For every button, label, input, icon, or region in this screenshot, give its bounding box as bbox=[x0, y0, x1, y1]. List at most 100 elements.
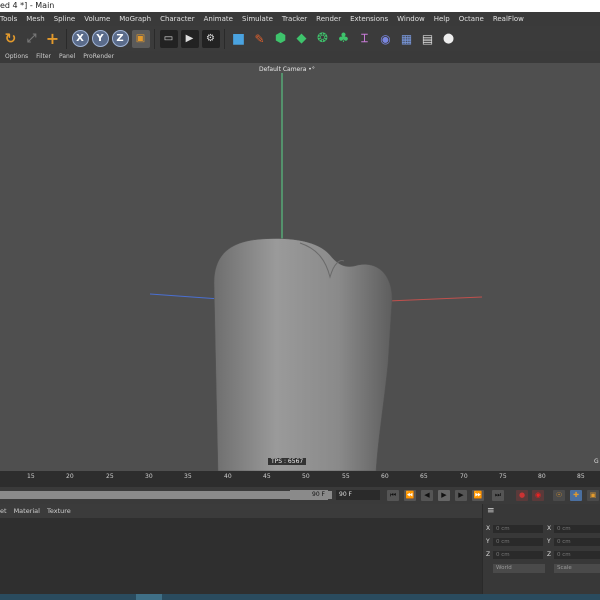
camera-icon[interactable]: ▤ bbox=[419, 30, 437, 48]
end-frame-field[interactable]: 90 F bbox=[336, 490, 380, 500]
x-axis-line bbox=[387, 296, 483, 302]
bend-deformer-icon[interactable]: ⌶ bbox=[356, 30, 374, 48]
keyframe-selection-icon[interactable]: ☉ bbox=[553, 490, 565, 501]
record-keys-button[interactable]: ● bbox=[516, 490, 528, 501]
size-y-field[interactable]: 0 cm bbox=[554, 538, 600, 546]
toolbar-divider bbox=[154, 28, 155, 49]
render-settings-icon[interactable]: ⚙ bbox=[201, 29, 220, 48]
cube-icon[interactable]: ■ bbox=[230, 30, 248, 48]
y-axis-lock-button[interactable]: Y bbox=[91, 30, 109, 47]
camera-label[interactable]: Default Camera •° bbox=[259, 66, 315, 73]
menu-octane[interactable]: Octane bbox=[459, 12, 484, 26]
menu-window[interactable]: Window bbox=[397, 12, 425, 26]
previous-key-button[interactable]: ⏪ bbox=[404, 490, 416, 501]
transport-bar: 90 F 90 F ⏮ ⏪ ◀ ▶ ▶ ⏩ ⏭ ● ◉ ☉ ✚ ▣ bbox=[0, 487, 600, 504]
environment-icon[interactable]: ◉ bbox=[377, 30, 395, 48]
timeline-ruler[interactable]: 15 20 25 30 35 40 45 50 55 60 65 70 75 8… bbox=[0, 471, 600, 487]
viewport-menu-options[interactable]: Options bbox=[5, 51, 28, 63]
toolbar-divider bbox=[224, 28, 225, 49]
timeline-tick: 70 bbox=[460, 473, 468, 480]
light-icon[interactable]: ● bbox=[440, 30, 458, 48]
current-frame-field[interactable]: 90 F bbox=[290, 490, 328, 500]
coordinates-menu-icon[interactable]: ≡ bbox=[483, 504, 600, 518]
menu-character[interactable]: Character bbox=[160, 12, 195, 26]
coordinates-panel: ≡ X Y Z 0 cm 0 cm 0 cm X Y Z 0 cm 0 cm 0… bbox=[482, 504, 600, 594]
timeline-tick: 20 bbox=[66, 473, 74, 480]
scale-key-icon[interactable]: ▣ bbox=[587, 490, 599, 501]
render-picture-viewer-icon[interactable]: ▶ bbox=[180, 29, 199, 48]
viewport-menu-filter[interactable]: Filter bbox=[36, 51, 51, 63]
timeline-tick: 50 bbox=[302, 473, 310, 480]
timeline-tick: 60 bbox=[381, 473, 389, 480]
menu-tools[interactable]: Tools bbox=[0, 12, 17, 26]
viewport-menu-panel[interactable]: Panel bbox=[59, 51, 75, 63]
toolbar-divider bbox=[66, 28, 67, 49]
play-button[interactable]: ▶ bbox=[438, 490, 450, 501]
menu-spline[interactable]: Spline bbox=[54, 12, 76, 26]
coordinate-mode-dropdown[interactable]: World bbox=[493, 564, 545, 573]
menu-realflow[interactable]: RealFlow bbox=[493, 12, 524, 26]
timeline-tick: 25 bbox=[106, 473, 114, 480]
timeline-tick: 55 bbox=[342, 473, 350, 480]
material-menu-texture[interactable]: Texture bbox=[47, 504, 71, 518]
material-menu-create[interactable]: et bbox=[0, 504, 7, 518]
menu-tracker[interactable]: Tracker bbox=[282, 12, 307, 26]
generator-icon[interactable]: ◆ bbox=[293, 30, 311, 48]
menu-help[interactable]: Help bbox=[434, 12, 450, 26]
viewport-scene bbox=[149, 73, 483, 471]
material-menu-material[interactable]: Material bbox=[14, 504, 40, 518]
timeline-tick: 75 bbox=[499, 473, 507, 480]
position-z-field[interactable]: 0 cm bbox=[493, 551, 543, 559]
timeline-tick: 30 bbox=[145, 473, 153, 480]
go-to-end-button[interactable]: ⏭ bbox=[492, 490, 504, 501]
size-z-field[interactable]: 0 cm bbox=[554, 551, 600, 559]
x-axis-lock-button[interactable]: X bbox=[71, 30, 89, 47]
timeline-tick: 35 bbox=[184, 473, 192, 480]
menu-simulate[interactable]: Simulate bbox=[242, 12, 273, 26]
next-frame-button[interactable]: ▶ bbox=[455, 490, 467, 501]
position-y-label: Y bbox=[486, 538, 490, 545]
mograph-cloner-icon[interactable]: ❂ bbox=[314, 30, 332, 48]
move-tool-icon[interactable]: + bbox=[44, 29, 62, 48]
deformer-icon[interactable]: ♣ bbox=[335, 30, 353, 48]
timeline-tick: 80 bbox=[538, 473, 546, 480]
frame-range-slider[interactable] bbox=[0, 491, 332, 499]
z-axis-line bbox=[149, 293, 221, 300]
menu-mesh[interactable]: Mesh bbox=[26, 12, 44, 26]
next-key-button[interactable]: ⏩ bbox=[472, 490, 484, 501]
3d-object-mesh[interactable] bbox=[213, 238, 393, 471]
size-z-label: Z bbox=[547, 551, 552, 558]
z-axis-lock-button[interactable]: Z bbox=[111, 30, 129, 47]
timeline-tick: 65 bbox=[420, 473, 428, 480]
pen-icon[interactable]: ✎ bbox=[251, 30, 269, 48]
position-z-label: Z bbox=[486, 551, 491, 558]
menu-animate[interactable]: Animate bbox=[204, 12, 233, 26]
render-view-icon[interactable]: ▭ bbox=[159, 29, 178, 48]
menu-render[interactable]: Render bbox=[316, 12, 341, 26]
menu-mograph[interactable]: MoGraph bbox=[119, 12, 151, 26]
autokey-button[interactable]: ◉ bbox=[532, 490, 544, 501]
scale-mode-dropdown[interactable]: Scale bbox=[554, 564, 600, 573]
position-x-field[interactable]: 0 cm bbox=[493, 525, 543, 533]
go-to-start-button[interactable]: ⏮ bbox=[387, 490, 399, 501]
rotate-tool-icon[interactable]: ↻ bbox=[2, 30, 20, 48]
size-y-label: Y bbox=[547, 538, 551, 545]
menu-extensions[interactable]: Extensions bbox=[350, 12, 388, 26]
position-x-label: X bbox=[486, 525, 491, 532]
size-x-field[interactable]: 0 cm bbox=[554, 525, 600, 533]
window-title: ed 4 *] - Main bbox=[0, 1, 55, 10]
floor-icon[interactable]: ▦ bbox=[398, 30, 416, 48]
main-toolbar: ↻ ⤢ + X Y Z ▣ ▭ ▶ ⚙ ■ ✎ ⬢ ◆ ❂ ♣ ⌶ ◉ ▦ ▤ … bbox=[0, 26, 600, 51]
scale-tool-icon[interactable]: ⤢ bbox=[23, 30, 41, 48]
timeline-tick: 15 bbox=[27, 473, 35, 480]
menu-volume[interactable]: Volume bbox=[84, 12, 110, 26]
subdivision-icon[interactable]: ⬢ bbox=[272, 30, 290, 48]
timeline-tick: 85 bbox=[577, 473, 585, 480]
previous-frame-button[interactable]: ◀ bbox=[421, 490, 433, 501]
timeline-tick: 45 bbox=[263, 473, 271, 480]
position-y-field[interactable]: 0 cm bbox=[493, 538, 543, 546]
position-key-icon[interactable]: ✚ bbox=[570, 490, 582, 501]
viewport-menu-prorender[interactable]: ProRender bbox=[83, 51, 114, 63]
coordinate-system-icon[interactable]: ▣ bbox=[131, 29, 150, 48]
3d-viewport[interactable]: Default Camera •° TPS : 6567 G bbox=[0, 63, 600, 471]
